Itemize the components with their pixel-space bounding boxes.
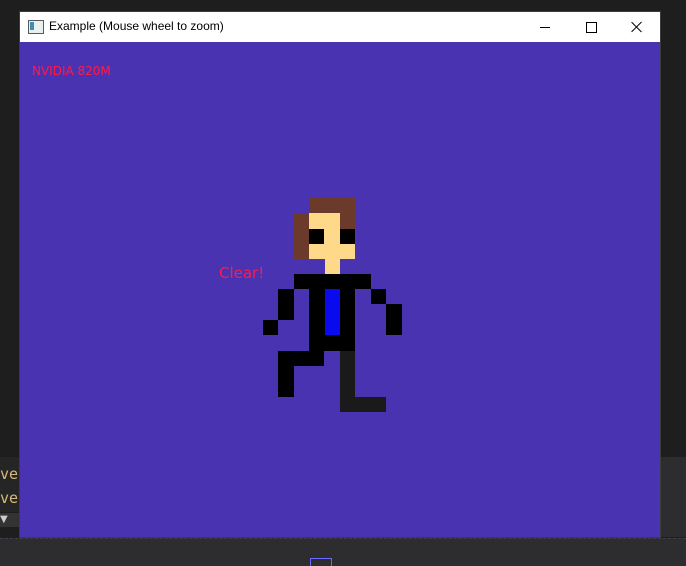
sprite-hair xyxy=(340,213,355,229)
sprite-hair xyxy=(294,213,310,259)
sprite-leg xyxy=(278,366,294,397)
sprite-tie xyxy=(325,289,340,335)
sprite-jacket xyxy=(294,274,371,289)
sprite-hair xyxy=(309,197,355,213)
sprite-arm xyxy=(371,289,386,304)
sprite-glasses xyxy=(309,229,324,244)
dropdown-arrow-icon[interactable]: ▼ xyxy=(0,513,8,527)
sprite-glasses xyxy=(340,229,355,244)
close-icon xyxy=(631,21,643,33)
window-title: Example (Mouse wheel to zoom) xyxy=(49,19,224,33)
sprite-trouser xyxy=(340,397,386,412)
title-bar[interactable]: Example (Mouse wheel to zoom) xyxy=(20,12,660,42)
minimize-icon xyxy=(540,26,550,28)
app-window: Example (Mouse wheel to zoom) NVIDIA 820… xyxy=(20,12,660,537)
maximize-button[interactable] xyxy=(568,12,614,42)
maximize-icon xyxy=(585,21,597,33)
sprite-arm xyxy=(386,304,402,335)
minimize-button[interactable] xyxy=(522,12,568,42)
app-window-icon xyxy=(28,20,44,34)
close-button[interactable] xyxy=(614,12,660,42)
sprite-trouser xyxy=(340,351,355,397)
sprite-arm xyxy=(263,320,278,335)
ide-output-line: ve xyxy=(0,489,19,507)
sprite-arm xyxy=(278,289,294,320)
sprite-leg xyxy=(309,351,324,366)
ide-output-line: ve xyxy=(0,465,19,483)
ide-scroll-area xyxy=(660,457,686,537)
ide-status-bar xyxy=(0,538,686,566)
render-canvas[interactable]: NVIDIA 820M Clear! xyxy=(20,42,660,537)
pixel-character xyxy=(263,197,402,412)
sprite-neck xyxy=(325,259,340,274)
